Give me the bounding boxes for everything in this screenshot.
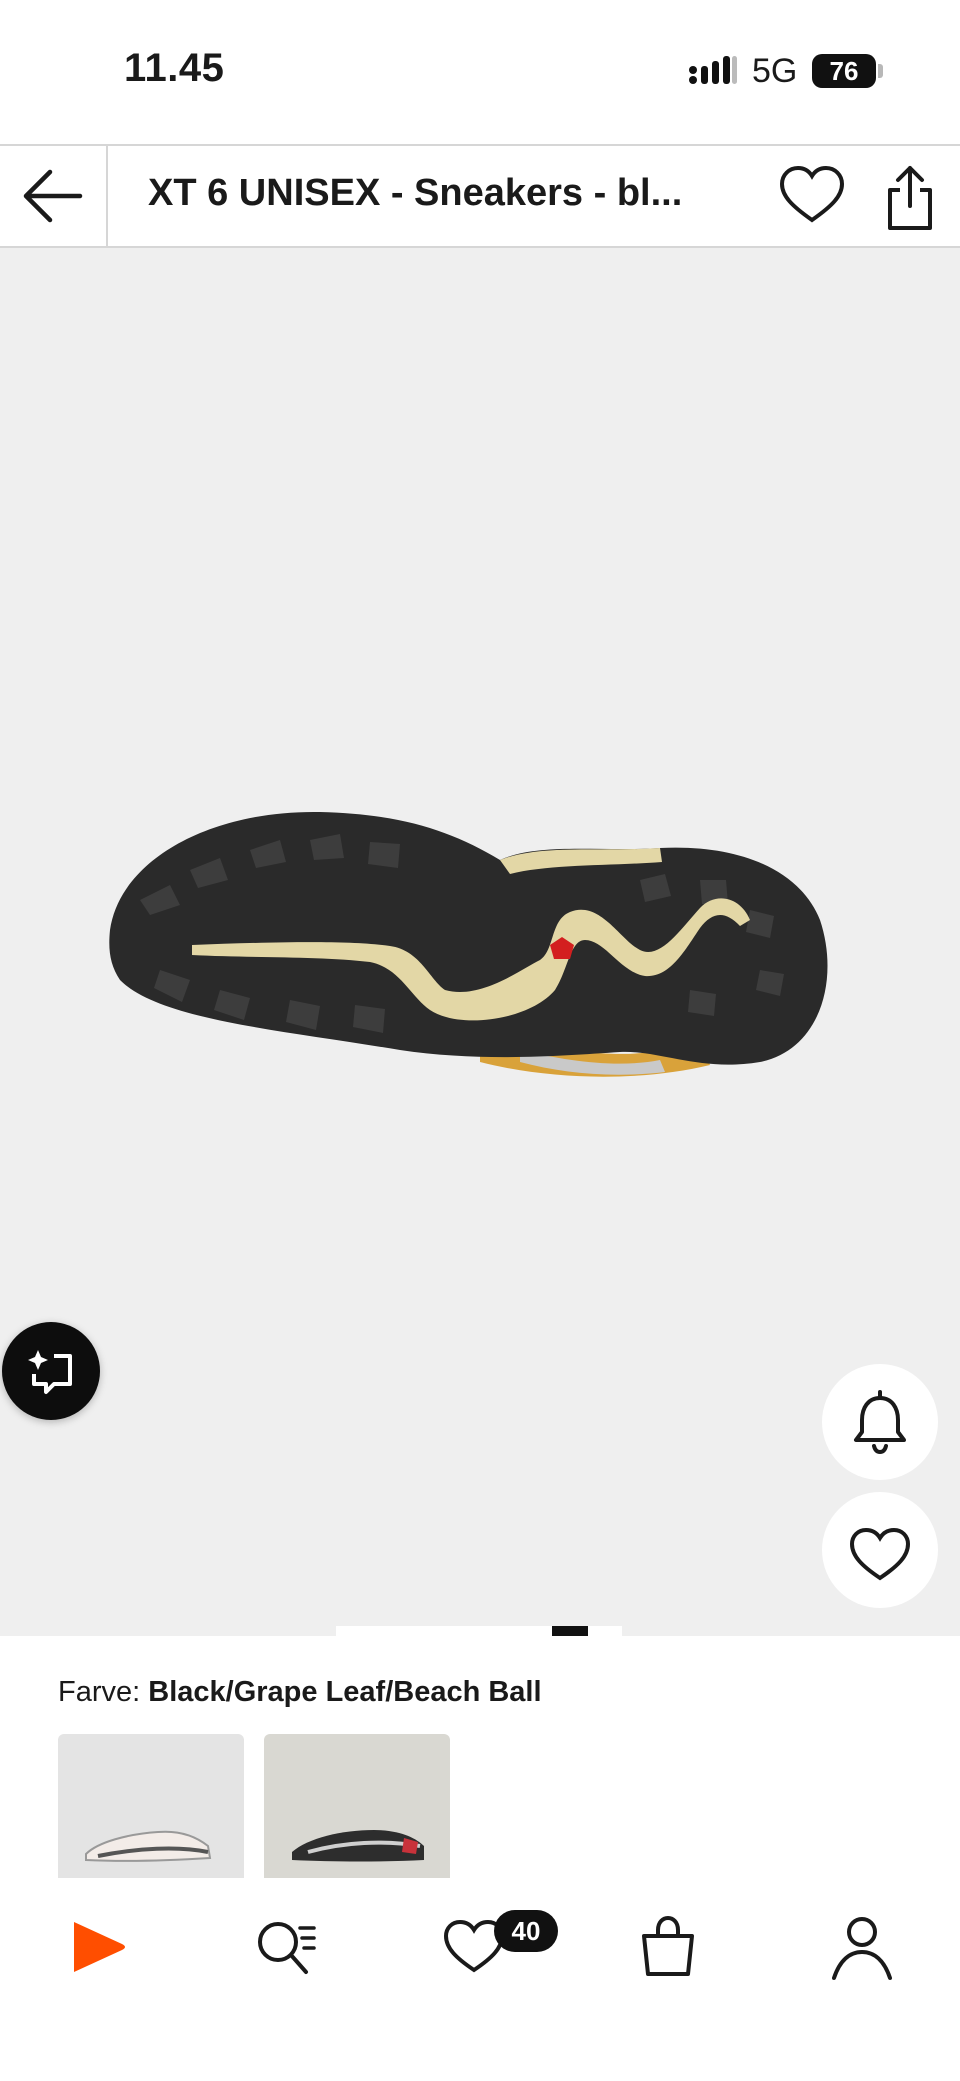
shopping-bag-icon <box>642 1915 694 1976</box>
stock-notify-button[interactable] <box>822 1364 938 1480</box>
color-value: Black/Grape Leaf/Beach Ball <box>148 1676 542 1708</box>
heart-icon <box>849 1527 911 1581</box>
share-button[interactable] <box>880 162 940 234</box>
nav-home[interactable] <box>60 1908 136 1984</box>
network-type: 5G <box>752 52 798 90</box>
color-label: Farve: <box>58 1676 141 1708</box>
page-title: XT 6 UNISEX - Sneakers - bl... <box>148 172 683 214</box>
nav-bag[interactable] <box>630 1908 706 1984</box>
bell-icon <box>854 1390 906 1455</box>
nav-profile[interactable] <box>824 1908 900 1984</box>
sparkle-chat-icon <box>28 1350 72 1394</box>
color-variant-thumbnail[interactable] <box>58 1734 244 1884</box>
ai-assistant-button[interactable] <box>2 1322 100 1420</box>
color-variant-thumbnail[interactable] <box>264 1734 450 1884</box>
add-to-wishlist-button[interactable] <box>822 1492 938 1608</box>
battery-indicator: 76 <box>812 54 876 88</box>
image-pager-active-indicator <box>552 1626 588 1636</box>
wishlist-count-badge: 40 <box>494 1910 558 1952</box>
heart-icon <box>779 165 845 223</box>
back-button[interactable] <box>0 146 108 246</box>
brand-play-icon <box>74 1922 125 1972</box>
wishlist-button[interactable] <box>778 162 846 230</box>
product-image-shoe-sole <box>109 811 828 1077</box>
shoe-thumbnail-image <box>85 1830 212 1862</box>
user-icon <box>832 1917 892 1980</box>
shoe-thumbnail-image <box>292 1830 424 1862</box>
status-time: 11.45 <box>124 46 225 90</box>
share-icon <box>888 166 932 230</box>
nav-search[interactable] <box>248 1908 324 1984</box>
cellular-signal-icon <box>689 56 737 84</box>
color-selection-label: Farve: Black/Grape Leaf/Beach Ball <box>58 1676 542 1709</box>
arrow-left-icon <box>23 169 83 223</box>
battery-tip <box>878 64 883 78</box>
search-icon <box>258 1922 316 1974</box>
